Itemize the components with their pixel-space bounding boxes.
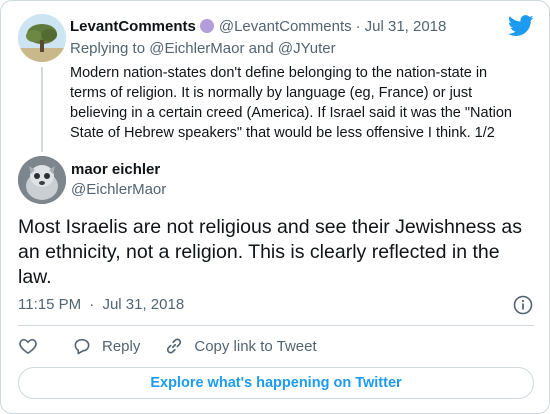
copy-link-label: Copy link to Tweet	[194, 337, 317, 355]
parent-tweet-header: LevantComments @LevantComments · Jul 31,…	[70, 17, 446, 35]
replying-to-label: Replying to	[70, 40, 146, 57]
reply-label: Reply	[102, 337, 141, 355]
heart-icon	[19, 338, 37, 354]
copy-link-button[interactable]: Copy link to Tweet	[164, 336, 317, 356]
parent-avatar[interactable]	[18, 14, 66, 62]
tweet-timestamp[interactable]: 11:15 PM · Jul 31, 2018	[18, 296, 184, 313]
main-author-name[interactable]: maor eichler	[71, 161, 160, 178]
timestamp-separator: ·	[89, 296, 95, 313]
replying-to-and: and	[248, 40, 274, 57]
parent-author-handle[interactable]: @LevantComments	[219, 18, 352, 35]
reply-bubble-icon	[74, 338, 90, 355]
main-author-handle[interactable]: @EichlerMaor	[71, 181, 166, 198]
main-tweet-text: Most Israelis are not religious and see …	[18, 216, 522, 288]
twitter-logo-icon[interactable]	[508, 15, 534, 37]
parent-author-name[interactable]: LevantComments	[70, 18, 196, 35]
tweet-time[interactable]: 11:15 PM	[18, 296, 81, 313]
tweet-date[interactable]: Jul 31, 2018	[102, 296, 184, 313]
info-icon[interactable]	[513, 295, 533, 315]
explore-twitter-button[interactable]: Explore what's happening on Twitter	[18, 367, 534, 399]
parent-tweet-date[interactable]: Jul 31, 2018	[365, 18, 447, 35]
parent-tweet-text: Modern nation-states don't define belong…	[70, 65, 512, 141]
reply-mention-link[interactable]: @JYuter	[278, 40, 336, 57]
like-button[interactable]	[18, 336, 38, 356]
thread-connector-line	[41, 67, 43, 152]
reply-mention-link[interactable]: @EichlerMaor	[149, 40, 244, 57]
reply-button[interactable]: Reply	[72, 336, 140, 356]
badge-icon	[199, 19, 214, 33]
main-author-avatar[interactable]	[18, 156, 66, 204]
replying-to-line: Replying to @EichlerMaor and @JYuter	[70, 40, 336, 57]
link-icon	[167, 338, 182, 354]
action-divider	[18, 325, 534, 326]
header-separator: ·	[355, 17, 361, 35]
tweet-actions: Reply Copy link to Tweet	[18, 335, 317, 357]
embedded-tweet-card: LevantComments @LevantComments · Jul 31,…	[0, 0, 550, 414]
